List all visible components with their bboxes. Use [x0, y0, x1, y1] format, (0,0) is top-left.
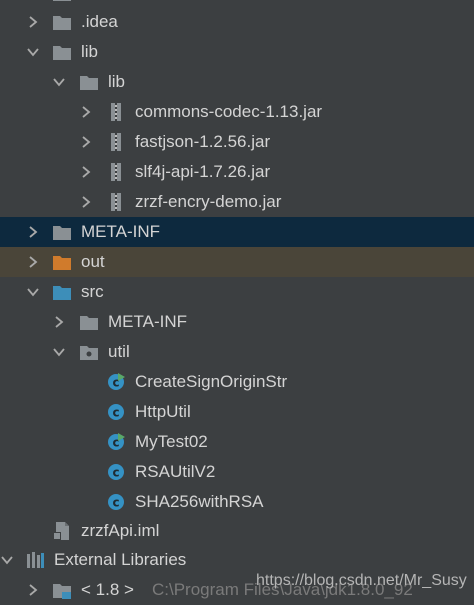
class-icon: c [106, 462, 126, 482]
tree-item-label: META-INF [81, 222, 161, 241]
tree-item-label: util [108, 342, 130, 361]
svg-text:c: c [112, 466, 119, 480]
chevron-right-icon[interactable] [52, 315, 66, 329]
folder-icon [79, 312, 99, 332]
source-folder-icon [52, 282, 72, 302]
chevron-down-icon[interactable] [52, 75, 66, 89]
chevron-right-icon[interactable] [26, 225, 40, 239]
package-icon [79, 342, 99, 362]
tree-item-label: < 1.8 > [81, 580, 134, 599]
tree-item-iml[interactable]: zrzfApi.iml [0, 516, 474, 546]
tree-item-util[interactable]: util [0, 337, 474, 367]
tree-item-idea[interactable]: .idea [0, 7, 474, 37]
tree-item-class[interactable]: c RSAUtilV2 [0, 457, 474, 487]
tree-item-label: zrzf-encry-demo.jar [135, 192, 282, 211]
folder-icon [52, 222, 72, 242]
tree-item-label: fastjson-1.2.56.jar [135, 132, 271, 151]
tree-item-label: RSAUtilV2 [135, 462, 216, 481]
tree-item-label: META-INF [108, 312, 188, 331]
chevron-right-icon[interactable] [26, 583, 40, 597]
jdk-folder-icon [52, 580, 72, 600]
tree-item-external-libraries[interactable]: External Libraries [0, 545, 474, 575]
jar-icon [106, 132, 126, 152]
tree-item-class[interactable]: c SHA256withRSA [0, 487, 474, 517]
tree-item-meta-inf[interactable]: META-INF [0, 217, 474, 247]
jar-icon [106, 162, 126, 182]
chevron-right-icon[interactable] [79, 195, 93, 209]
tree-item-jar[interactable]: fastjson-1.2.56.jar [0, 127, 474, 157]
svg-text:c: c [112, 496, 119, 510]
runnable-class-icon: c [106, 372, 126, 392]
class-icon: c [106, 402, 126, 422]
chevron-down-icon[interactable] [0, 553, 14, 567]
folder-icon [79, 72, 99, 92]
svg-text:c: c [112, 406, 119, 420]
watermark: https://blog.csdn.net/Mr_Susy [256, 572, 467, 589]
chevron-right-icon[interactable] [79, 135, 93, 149]
tree-item-class[interactable]: c MyTest02 [0, 427, 474, 457]
tree-item-label: .idea [81, 12, 118, 31]
chevron-down-icon[interactable] [26, 45, 40, 59]
tree-item-jar[interactable]: zrzf-encry-demo.jar [0, 187, 474, 217]
class-icon: c [106, 492, 126, 512]
tree-item-label: MyTest02 [135, 432, 208, 451]
tree-item-lib-inner[interactable]: lib [0, 67, 474, 97]
tree-item-src[interactable]: src [0, 277, 474, 307]
module-file-icon [52, 521, 72, 541]
tree-item-label: lib [81, 42, 99, 61]
chevron-down-icon[interactable] [52, 345, 66, 359]
tree-item-class[interactable]: c HttpUtil [0, 397, 474, 427]
tree-item-src-meta-inf[interactable]: META-INF [0, 307, 474, 337]
tree-item-out[interactable]: out [0, 247, 474, 277]
tree-item-lib[interactable]: lib [0, 37, 474, 67]
project-tree: .idea lib lib commons-codec-1.13.jar fas… [0, 0, 474, 601]
folder-icon [52, 42, 72, 62]
tree-item-label: zrzfApi.iml [81, 521, 160, 540]
tree-item-label: CreateSignOriginStr [135, 372, 288, 391]
tree-item-jar[interactable]: slf4j-api-1.7.26.jar [0, 157, 474, 187]
tree-item-label: External Libraries [54, 550, 187, 569]
jar-icon [106, 192, 126, 212]
tree-item-label: SHA256withRSA [135, 492, 264, 511]
runnable-class-icon: c [106, 432, 126, 452]
jar-icon [106, 102, 126, 122]
tree-item-class[interactable]: c CreateSignOriginStr [0, 367, 474, 397]
tree-item-label: src [81, 282, 104, 301]
folder-icon [52, 0, 72, 3]
library-icon [25, 550, 45, 570]
excluded-folder-icon [52, 252, 72, 272]
chevron-down-icon[interactable] [26, 285, 40, 299]
tree-item-jar[interactable]: commons-codec-1.13.jar [0, 97, 474, 127]
tree-item-label: lib [108, 72, 126, 91]
folder-icon [52, 12, 72, 32]
tree-item-label: HttpUtil [135, 402, 191, 421]
tree-item-label: out [81, 252, 105, 271]
chevron-right-icon[interactable] [79, 165, 93, 179]
chevron-right-icon[interactable] [79, 105, 93, 119]
chevron-right-icon[interactable] [26, 255, 40, 269]
tree-item-label: commons-codec-1.13.jar [135, 102, 323, 121]
tree-item-label: slf4j-api-1.7.26.jar [135, 162, 271, 181]
chevron-right-icon[interactable] [26, 15, 40, 29]
